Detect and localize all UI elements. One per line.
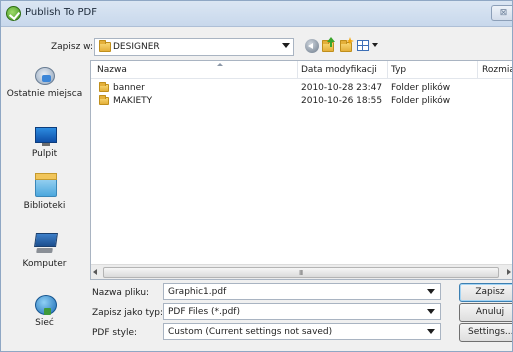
- column-header-modified[interactable]: Data modyfikacji: [301, 65, 377, 75]
- app-check-icon: [6, 6, 21, 21]
- scroll-thumb[interactable]: III: [103, 267, 499, 278]
- save-button[interactable]: Zapisz: [459, 283, 512, 302]
- folder-icon: [99, 95, 109, 105]
- recent-places-icon: [35, 67, 55, 85]
- place-label: Komputer: [22, 259, 67, 269]
- location-value: DESIGNER: [113, 42, 160, 52]
- scroll-grip: III: [299, 269, 303, 277]
- file-row[interactable]: banner 2010-10-28 23:47 Folder plików: [91, 82, 512, 95]
- filetype-select[interactable]: PDF Files (*.pdf): [163, 303, 441, 320]
- window-title: Publish To PDF: [25, 7, 98, 18]
- filename-value: Graphic1.pdf: [168, 287, 227, 297]
- filetype-value: PDF Files (*.pdf): [168, 307, 240, 317]
- chevron-down-icon: [372, 43, 378, 47]
- column-separator[interactable]: [477, 61, 478, 78]
- scroll-left-icon[interactable]: [93, 269, 97, 275]
- horizontal-scrollbar[interactable]: III: [91, 264, 512, 279]
- file-type: Folder plików: [391, 96, 451, 106]
- file-modified: 2010-10-28 23:47: [301, 83, 383, 93]
- place-label: Ostatnie miejsca: [6, 89, 83, 99]
- place-libraries[interactable]: Biblioteki: [1, 169, 88, 219]
- filename-label: Nazwa pliku:: [92, 288, 150, 298]
- up-folder-icon[interactable]: [321, 37, 335, 53]
- libraries-icon: [35, 173, 57, 197]
- cancel-button[interactable]: Anuluj: [459, 303, 512, 322]
- place-label: Sieć: [35, 318, 54, 328]
- chevron-down-icon[interactable]: [282, 43, 290, 48]
- sparkle-icon: [346, 37, 354, 45]
- file-row[interactable]: MAKIETY 2010-10-26 18:55 Folder plików: [91, 95, 512, 108]
- save-in-label: Zapisz w:: [51, 42, 94, 52]
- desktop-icon: [35, 127, 57, 146]
- green-arrow-icon: [327, 37, 335, 47]
- computer-icon: [34, 233, 58, 247]
- close-button[interactable]: ⊠: [491, 5, 512, 21]
- list-header: Nazwa Data modyfikacji Typ Rozmiar: [91, 61, 512, 79]
- save-button-label: Zapisz: [475, 287, 505, 297]
- place-computer[interactable]: Komputer: [1, 223, 88, 273]
- sort-ascending-icon: [217, 63, 223, 66]
- folder-icon: [99, 40, 111, 52]
- place-network[interactable]: Sieć: [1, 287, 88, 339]
- pdf-style-label: PDF style:: [92, 328, 138, 338]
- location-combo[interactable]: DESIGNER: [94, 38, 294, 56]
- file-name: MAKIETY: [113, 96, 153, 106]
- grid-view-icon: [357, 40, 369, 51]
- chevron-down-icon[interactable]: [427, 289, 435, 294]
- place-label: Biblioteki: [23, 201, 66, 211]
- settings-button-label: Settings...: [468, 327, 513, 337]
- column-separator[interactable]: [297, 61, 298, 78]
- file-name: banner: [113, 83, 145, 93]
- pdf-style-value: Custom (Current settings not saved): [168, 327, 333, 337]
- folder-icon: [99, 82, 109, 92]
- title-bar: Publish To PDF ⊠: [1, 1, 512, 27]
- file-list[interactable]: Nazwa Data modyfikacji Typ Rozmiar banne…: [90, 60, 512, 280]
- back-icon[interactable]: [305, 39, 319, 53]
- publish-to-pdf-dialog: Publish To PDF ⊠ Zapisz w: DESIGNER Osta…: [0, 0, 513, 352]
- chevron-down-icon[interactable]: [427, 329, 435, 334]
- place-recent[interactable]: Ostatnie miejsca: [1, 57, 88, 113]
- file-modified: 2010-10-26 18:55: [301, 96, 383, 106]
- new-folder-icon[interactable]: [339, 37, 354, 53]
- cancel-button-label: Anuluj: [475, 307, 505, 317]
- places-bar: Ostatnie miejsca Pulpit Biblioteki Kompu…: [1, 57, 88, 351]
- file-type: Folder plików: [391, 83, 451, 93]
- filetype-label: Zapisz jako typ:: [92, 308, 164, 318]
- filename-field[interactable]: Graphic1.pdf: [163, 283, 441, 300]
- column-header-size[interactable]: Rozmiar: [482, 65, 512, 75]
- network-icon: [35, 295, 57, 315]
- view-menu-icon[interactable]: [357, 39, 379, 53]
- place-desktop[interactable]: Pulpit: [1, 121, 88, 165]
- scroll-right-icon[interactable]: [507, 269, 511, 275]
- column-separator[interactable]: [387, 61, 388, 78]
- pdf-style-select[interactable]: Custom (Current settings not saved): [163, 323, 441, 340]
- column-header-name[interactable]: Nazwa: [97, 65, 127, 75]
- place-label: Pulpit: [31, 149, 58, 159]
- settings-button[interactable]: Settings...: [459, 323, 513, 342]
- chevron-down-icon[interactable]: [427, 309, 435, 314]
- column-header-type[interactable]: Typ: [391, 65, 406, 75]
